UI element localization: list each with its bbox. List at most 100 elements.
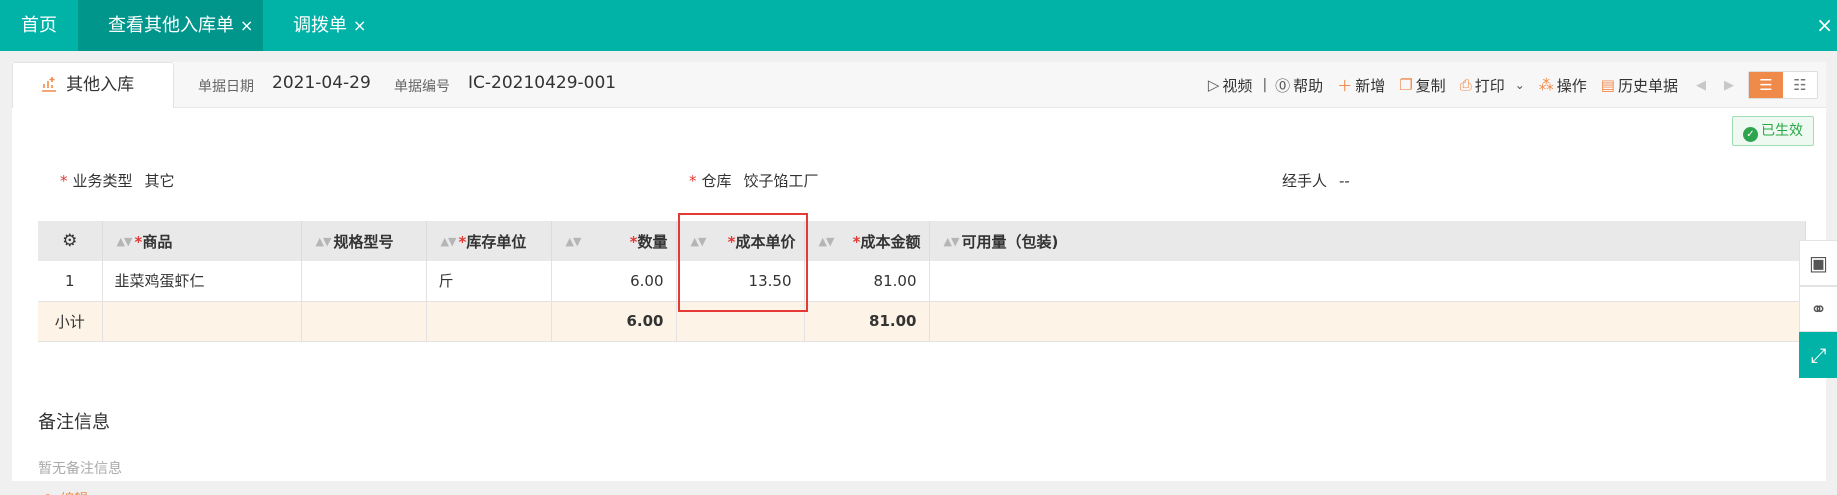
plus-icon: ＋	[1337, 76, 1353, 95]
play-icon: ▷	[1207, 76, 1220, 94]
video-button[interactable]: ▷ 视频	[1208, 75, 1253, 96]
col-available[interactable]: ▲▼ 可用量（包装)	[929, 221, 1806, 261]
sort-icon[interactable]: ▲▼	[819, 235, 835, 248]
sort-icon[interactable]: ▲▼	[117, 235, 133, 248]
business-type-field: * 业务类型 其它	[60, 170, 175, 191]
history-label: 历史单据	[1617, 76, 1678, 95]
divider: |	[1262, 77, 1268, 93]
copy-icon: ❐	[1399, 76, 1413, 94]
print-button[interactable]: ⎙ 打印 ⌄	[1460, 75, 1525, 96]
sort-icon[interactable]: ▲▼	[944, 235, 960, 248]
document-card: 其他入库 单据日期 2021-04-29 单据编号 IC-20210429-00…	[12, 62, 1826, 495]
handler-value[interactable]: --	[1339, 172, 1350, 190]
subtotal-label: 小计	[38, 301, 103, 342]
items-table: ⚙ ▲▼ *商品 ▲▼ 规格型号 ▲▼ *库存单位 ▲▼ *数量 ▲▼ *成本单价 ▲▼ *…	[38, 221, 1806, 342]
number-label: 单据编号	[394, 79, 450, 95]
header-label: 成本金额	[860, 232, 921, 251]
col-spec[interactable]: ▲▼ 规格型号	[301, 221, 427, 261]
sort-icon[interactable]: ▲▼	[441, 235, 457, 248]
status-text: 已生效	[1761, 123, 1803, 139]
prev-arrow-icon[interactable]: ◀	[1696, 78, 1706, 93]
right-dock: ▣ ⚭ ⤢	[1799, 240, 1837, 378]
handler-label: 经手人	[1282, 172, 1328, 190]
col-product[interactable]: ▲▼ *商品	[102, 221, 302, 261]
attachment-icon[interactable]: ⚭	[1799, 286, 1837, 332]
col-unit[interactable]: ▲▼ *库存单位	[426, 221, 552, 261]
cell-unit[interactable]: 斤	[426, 261, 552, 302]
close-icon[interactable]: ×	[240, 16, 253, 35]
warehouse-value[interactable]: 饺子馅工厂	[744, 172, 819, 190]
header-label: 库存单位	[466, 232, 527, 251]
tab-home-label: 首页	[21, 15, 57, 36]
notes-title: 备注信息	[38, 412, 110, 433]
subtotal-empty	[102, 301, 302, 342]
col-qty[interactable]: ▲▼ *数量	[551, 221, 677, 261]
top-tab-bar: 首页 查看其他入库单 × 调拨单 × ×	[0, 0, 1837, 51]
subtotal-empty	[301, 301, 427, 342]
expand-icon[interactable]: ⤢	[1799, 332, 1837, 378]
tab-home[interactable]: 首页	[0, 0, 78, 51]
sort-icon[interactable]: ▲▼	[316, 235, 332, 248]
warehouse-label: 仓库	[701, 172, 732, 190]
tab-view-other-inbound[interactable]: 查看其他入库单 ×	[78, 0, 263, 51]
doc-type-tab[interactable]: 其他入库	[12, 62, 174, 108]
edit-notes-link[interactable]: ✎ 编辑	[44, 489, 88, 495]
subtotal-amount: 81.00	[804, 301, 930, 342]
print-label: 打印	[1474, 76, 1505, 95]
column-settings[interactable]: ⚙	[38, 221, 103, 261]
help-label: 帮助	[1293, 76, 1324, 95]
copy-label: 复制	[1415, 76, 1446, 95]
question-icon: ⓪	[1275, 76, 1291, 95]
check-circle-icon: ✓	[1743, 127, 1758, 142]
subtotal-qty: 6.00	[551, 301, 677, 342]
header-label: 规格型号	[333, 232, 394, 251]
operate-label: 操作	[1556, 76, 1587, 95]
cell-available	[929, 261, 1806, 302]
history-button[interactable]: ▤ 历史单据	[1601, 75, 1678, 96]
table-header-row: ⚙ ▲▼ *商品 ▲▼ 规格型号 ▲▼ *库存单位 ▲▼ *数量 ▲▼ *成本单价 ▲▼ *…	[38, 221, 1806, 261]
help-button[interactable]: ⓪ 帮助	[1275, 75, 1323, 96]
close-icon[interactable]: ×	[353, 16, 366, 35]
cell-product[interactable]: 韭菜鸡蛋虾仁	[102, 261, 302, 302]
date-label: 单据日期	[198, 79, 254, 95]
subtotal-empty	[426, 301, 552, 342]
toolbar: ▷ 视频 | ⓪ 帮助 ＋新增 ❐ 复制 ⎙ 打印 ⌄ ⁂ 操作 ▤ 历史单据 ◀ ▶ ☰ ☷	[1194, 71, 1818, 99]
next-arrow-icon[interactable]: ▶	[1724, 78, 1734, 93]
row-number: 1	[38, 261, 103, 302]
add-label: 新增	[1355, 76, 1386, 95]
highlight-box	[678, 213, 808, 312]
doc-header: 单据日期 2021-04-29 单据编号 IC-20210429-001 ▷ 视频…	[174, 62, 1826, 108]
notes-empty-text: 暂无备注信息	[38, 461, 122, 477]
header-label: 数量	[637, 232, 668, 251]
warehouse-field: * 仓库 饺子馅工厂	[689, 170, 819, 191]
doc-type-label: 其他入库	[66, 75, 135, 95]
gear-icon[interactable]: ⚙	[62, 231, 77, 251]
required-mark: *	[60, 172, 68, 190]
cell-amount[interactable]: 81.00	[804, 261, 930, 302]
tab-transfer[interactable]: 调拨单 ×	[263, 0, 393, 51]
record-icon[interactable]: ▣	[1799, 240, 1837, 286]
subtotal-empty	[929, 301, 1806, 342]
chevron-down-icon[interactable]: ⌄	[1515, 78, 1525, 92]
business-type-value[interactable]: 其它	[145, 172, 175, 190]
video-label: 视频	[1222, 76, 1253, 95]
printer-icon: ⎙	[1459, 76, 1472, 94]
window-close-icon[interactable]: ×	[1816, 0, 1833, 51]
subtotal-row: 小计 6.00 81.00	[38, 301, 1806, 342]
copy-button[interactable]: ❐ 复制	[1399, 75, 1445, 96]
operate-button[interactable]: ⁂ 操作	[1539, 75, 1587, 96]
detail-view-icon[interactable]: ☷	[1783, 72, 1817, 98]
add-button[interactable]: ＋新增	[1337, 75, 1385, 96]
list-view-icon[interactable]: ☰	[1749, 72, 1783, 98]
view-switch: ☰ ☷	[1748, 71, 1818, 99]
table-row[interactable]: 1 韭菜鸡蛋虾仁 斤 6.00 13.50 81.00	[38, 261, 1806, 302]
header-label: 可用量（包装)	[961, 232, 1059, 251]
col-amount[interactable]: ▲▼ *成本金额	[804, 221, 930, 261]
sort-icon[interactable]: ▲▼	[566, 235, 582, 248]
header-label: 商品	[142, 232, 173, 251]
cell-qty[interactable]: 6.00	[551, 261, 677, 302]
grid-icon: ⁂	[1538, 76, 1554, 94]
cell-spec[interactable]	[301, 261, 427, 302]
chart-icon	[41, 75, 62, 94]
business-type-label: 业务类型	[72, 172, 133, 190]
